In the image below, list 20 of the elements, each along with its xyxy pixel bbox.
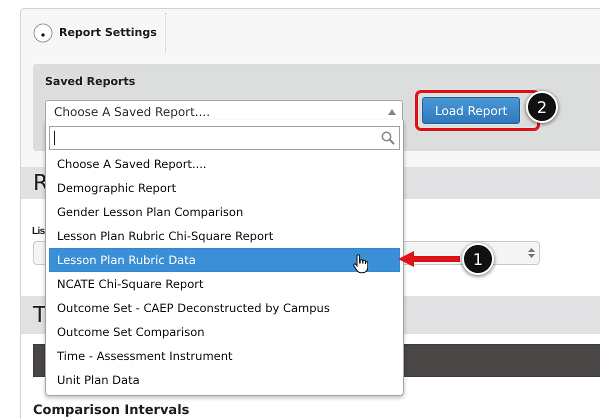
load-report-button[interactable]: Load Report xyxy=(422,97,520,124)
dropdown-option[interactable]: Unit Plan Data xyxy=(49,368,400,392)
pointer-arrow xyxy=(398,251,460,267)
tab-label: Report Settings xyxy=(59,26,157,39)
comparison-heading: Comparison Intervals xyxy=(33,403,190,418)
dropdown-option[interactable]: NCATE Chi-Square Report xyxy=(49,272,400,296)
dropdown-option[interactable]: Lesson Plan Rubric Chi-Square Report xyxy=(49,224,400,248)
dropdown-option[interactable]: Demographic Report xyxy=(49,176,400,200)
caret-icon xyxy=(388,109,396,115)
dropdown-option[interactable]: Outcome Set - CAEP Deconstructed by Campus xyxy=(49,296,400,320)
list-label: Lis xyxy=(32,226,45,237)
updown-icon xyxy=(528,248,535,258)
search-icon xyxy=(381,131,395,145)
dot-circle-icon xyxy=(33,22,53,42)
search-field[interactable] xyxy=(49,126,400,150)
saved-reports-label: Saved Reports xyxy=(45,75,136,88)
dropdown-option[interactable]: Time - Assessment Instrument xyxy=(49,344,400,368)
hand-cursor-icon xyxy=(352,254,368,274)
dropdown-option[interactable]: Gender Lesson Plan Comparison xyxy=(49,200,400,224)
report-settings-tab[interactable]: Report Settings xyxy=(31,12,166,52)
